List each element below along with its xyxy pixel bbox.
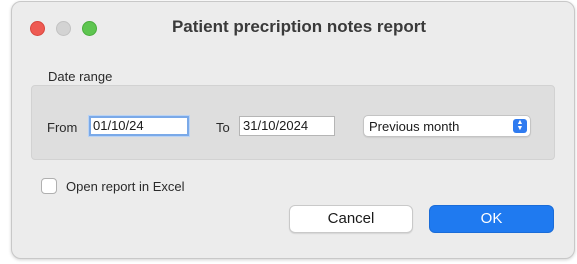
from-date-field[interactable]: 01/10/24 (89, 116, 189, 136)
open-in-excel-label[interactable]: Open report in Excel (66, 179, 185, 194)
to-label: To (216, 120, 230, 135)
to-date-field[interactable]: 31/10/2024 (239, 116, 335, 136)
open-in-excel-checkbox[interactable] (41, 178, 57, 194)
cancel-button[interactable]: Cancel (289, 205, 413, 233)
date-preset-value: Previous month (369, 119, 460, 134)
date-range-label: Date range (48, 69, 113, 84)
ok-button[interactable]: OK (429, 205, 554, 233)
title-bar: Patient precription notes report (12, 2, 574, 52)
dialog-title: Patient precription notes report (171, 17, 427, 36)
date-preset-select[interactable]: Previous month ▲ ▼ (363, 115, 531, 137)
report-dialog: Patient precription notes report Date ra… (11, 1, 575, 259)
chevron-up-down-icon: ▲ ▼ (513, 119, 527, 133)
from-label: From (47, 120, 78, 135)
